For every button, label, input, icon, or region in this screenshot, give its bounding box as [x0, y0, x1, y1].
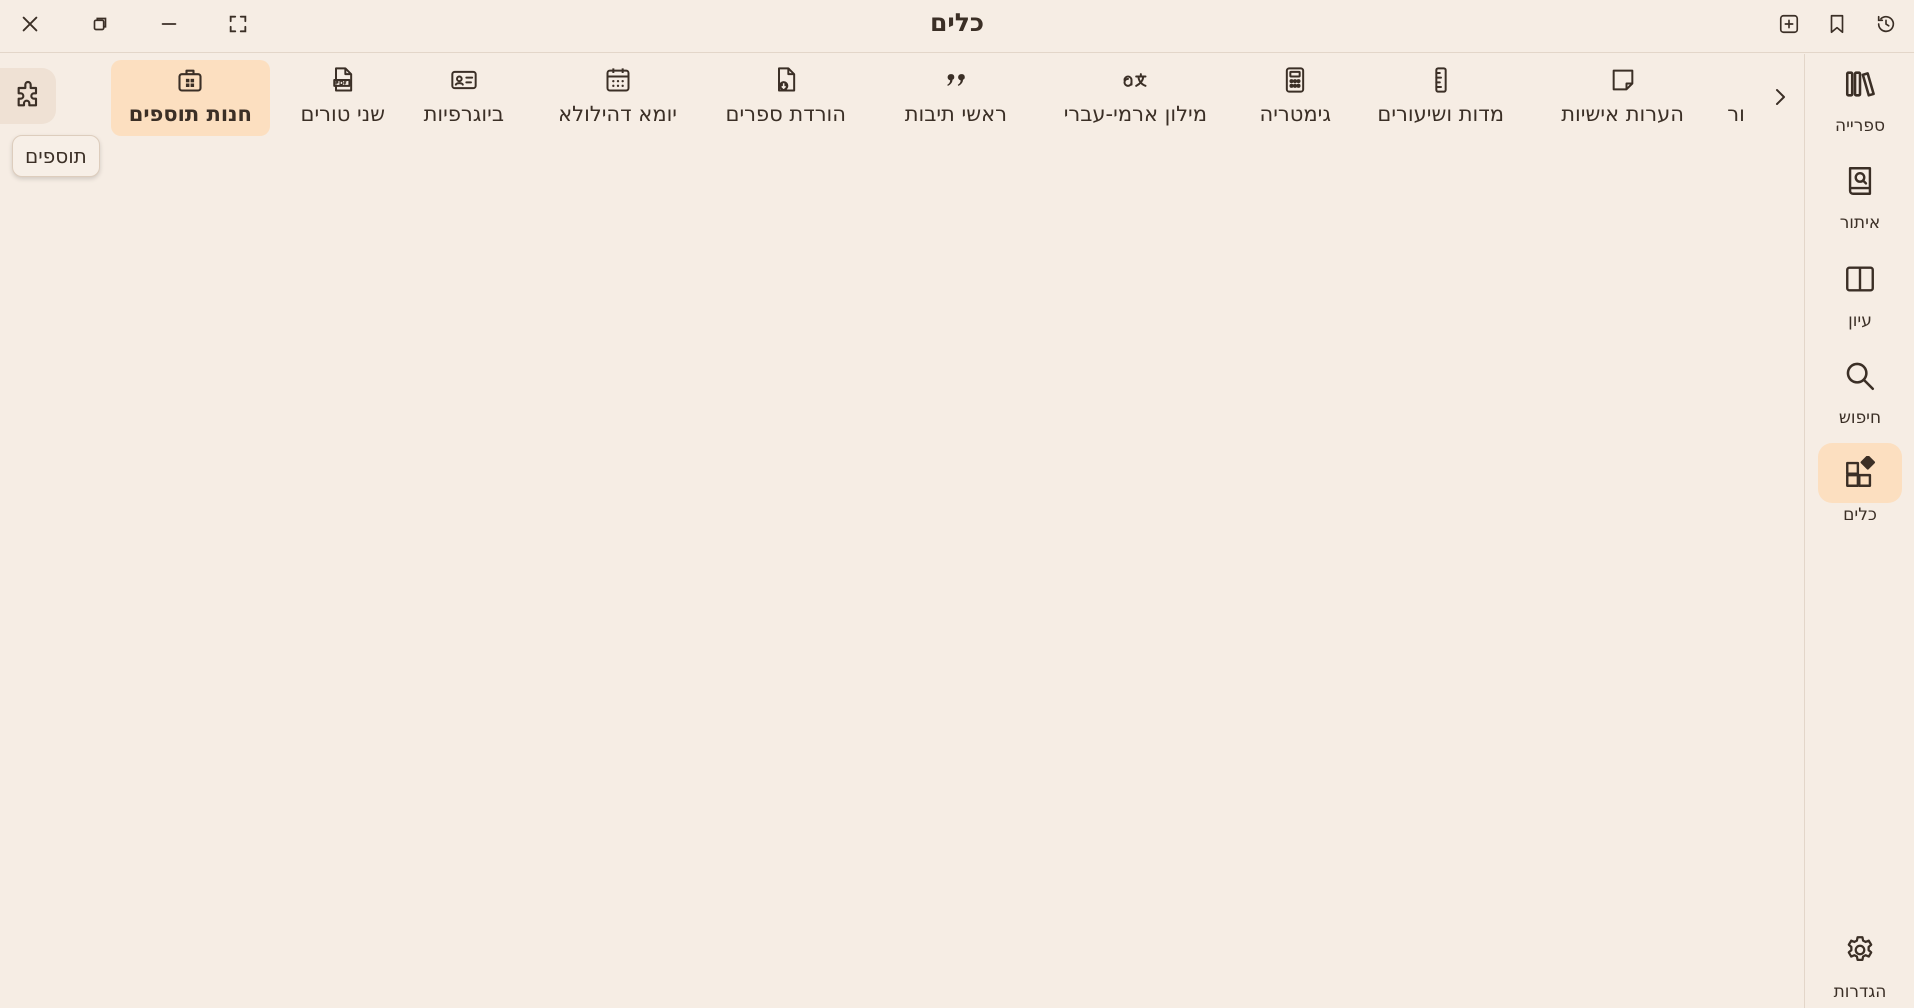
- tool-tab-partial[interactable]: ור: [1722, 60, 1750, 136]
- rail-item-settings[interactable]: הגדרות: [1818, 920, 1902, 1008]
- library-icon: [1843, 67, 1877, 101]
- rail-item-find[interactable]: איתור: [1818, 151, 1902, 241]
- new-tab-button[interactable]: [1775, 10, 1803, 38]
- bookmark-button[interactable]: [1823, 10, 1851, 38]
- tools-grid-icon: [1843, 456, 1877, 490]
- quote-icon: [942, 66, 970, 94]
- puzzle-icon: [12, 80, 44, 112]
- tool-tab-yahrzeit[interactable]: יומא דהילולא: [558, 60, 677, 136]
- bookmark-icon: [1826, 13, 1848, 35]
- book-search-icon: [1843, 164, 1877, 198]
- file-download-icon: [772, 66, 800, 94]
- calendar-icon: [604, 66, 632, 94]
- tool-tab-personal-notes[interactable]: הערות אישיות: [1561, 60, 1684, 136]
- store-icon: [176, 66, 204, 94]
- translate-icon: [1121, 66, 1149, 94]
- rail-item-study[interactable]: עיון: [1818, 249, 1902, 339]
- rail-item-search[interactable]: חיפוש: [1818, 346, 1902, 436]
- tool-tab-aramaic-dictionary[interactable]: מילון ארמי-עברי: [1064, 60, 1207, 136]
- tool-tab-two-columns[interactable]: שני טורים: [301, 60, 385, 136]
- plugins-button[interactable]: [0, 68, 56, 124]
- rail-item-library[interactable]: ספרייה: [1818, 54, 1902, 144]
- gear-icon: [1843, 933, 1877, 967]
- open-book-icon: [1843, 262, 1877, 296]
- ruler-icon: [1427, 66, 1455, 94]
- tool-tab-download-books[interactable]: הורדת ספרים: [726, 60, 846, 136]
- plugins-tooltip: תוספים: [12, 135, 100, 177]
- pdf-file-icon: [329, 66, 357, 94]
- tools-tab-strip: ור הערות אישיות מדות ושיעורים גימטריה מי…: [0, 58, 1804, 138]
- id-card-icon: [450, 66, 478, 94]
- history-button[interactable]: [1872, 10, 1900, 38]
- history-icon: [1875, 13, 1897, 35]
- tool-tab-gematria[interactable]: גימטריה: [1259, 60, 1331, 136]
- tool-tab-measures[interactable]: מדות ושיעורים: [1377, 60, 1504, 136]
- tool-tab-plugin-store[interactable]: חנות תוספים: [110, 60, 270, 136]
- calculator-icon: [1281, 66, 1309, 94]
- tool-tab-biographies[interactable]: ביוגרפיות: [424, 60, 504, 136]
- rail-item-tools[interactable]: כלים: [1818, 443, 1902, 533]
- search-icon: [1843, 359, 1877, 393]
- tool-tab-abbreviations[interactable]: ראשי תיבות: [905, 60, 1007, 136]
- chevron-right-icon: [1768, 84, 1792, 110]
- scroll-right-button[interactable]: [1768, 84, 1792, 110]
- plus-square-icon: [1778, 13, 1800, 35]
- navigation-rail: ספרייה איתור עיון חיפוש כלים הגדרות: [1804, 54, 1914, 1008]
- window-title: כלים: [929, 8, 985, 37]
- title-bar: כלים: [0, 0, 1914, 53]
- sticky-note-icon: [1609, 66, 1637, 94]
